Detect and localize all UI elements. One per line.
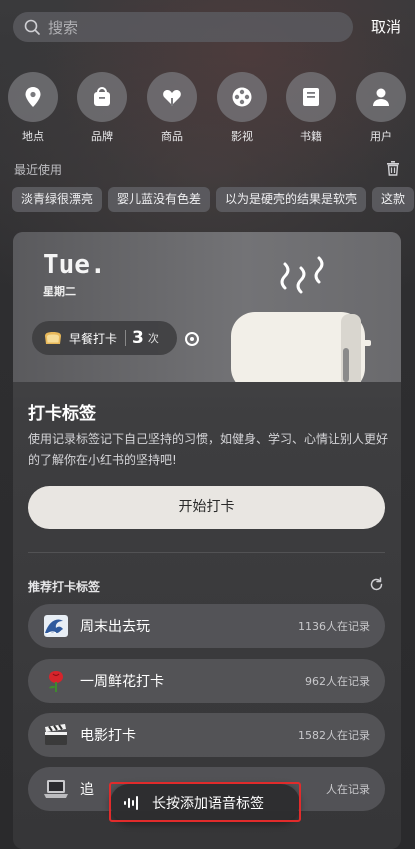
shopping-bag-icon [94,87,110,106]
tag-count: 1582人在记录 [298,729,370,742]
location-pin-icon [25,87,41,107]
recent-title: 最近使用 [14,163,63,177]
tag-row[interactable]: 周末出去玩 1136人在记录 [28,604,385,648]
tag-count: 1136人在记录 [298,620,370,633]
toast-emoji-icon [45,332,61,344]
refresh-icon[interactable] [369,577,384,592]
recent-chips: 淡青绿很漂亮 婴儿蓝没有色差 以为是硬壳的结果是软壳 这款 [12,187,415,213]
book-icon [303,88,319,106]
checkin-card: Tue. 星期二 早餐打卡 3 次 打卡标签 使用记录标签记下自己坚持的习惯，如… [13,232,401,849]
day-label: Tue. [43,250,106,280]
search-input[interactable]: 搜索 [13,12,353,42]
start-checkin-button[interactable]: 开始打卡 [28,486,385,529]
category-label: 品牌 [91,130,113,143]
toaster-illustration [231,256,371,382]
pill-divider [125,330,127,346]
recent-chip[interactable]: 淡青绿很漂亮 [12,187,103,212]
category-row: 地点 品牌 商品 影视 书籍 用户 [7,72,415,144]
checkin-description: 使用记录标签记下自己坚持的习惯，如健身、学习、心情让别人更好的了解你在小红书的坚… [28,432,389,467]
indicator-dot [185,332,199,346]
category-brand[interactable]: 品牌 [76,72,128,144]
category-label: 书籍 [300,130,322,143]
category-label: 地点 [22,130,44,143]
highlight-box [109,782,301,822]
category-label: 影视 [231,130,253,143]
search-icon [24,18,42,36]
trash-icon[interactable] [386,160,400,176]
tag-count: 962人在记录 [305,675,370,688]
recent-chip[interactable]: 这款 [372,187,415,212]
heart-tag-icon [163,90,181,106]
category-label: 商品 [161,130,183,143]
clapper-emoji-icon [43,722,69,748]
pill-count: 3 [132,328,144,348]
tag-row[interactable]: 电影打卡 1582人在记录 [28,713,385,757]
user-icon [373,88,389,106]
tag-name: 追 [80,782,94,798]
pill-name: 早餐打卡 [69,331,118,346]
tag-row[interactable]: 一周鲜花打卡 962人在记录 [28,659,385,703]
recommend-title: 推荐打卡标签 [28,580,101,594]
divider [28,552,385,553]
wave-emoji-icon [43,613,69,639]
search-bar: 搜索 取消 [13,12,405,42]
category-user[interactable]: 用户 [355,72,407,144]
tag-name: 电影打卡 [80,728,136,744]
cancel-button[interactable]: 取消 [371,16,401,37]
recent-chip[interactable]: 以为是硬壳的结果是软壳 [216,187,367,212]
checkin-pill[interactable]: 早餐打卡 3 次 [32,321,177,355]
category-film[interactable]: 影视 [216,72,268,144]
checkin-hero: Tue. 星期二 早餐打卡 3 次 [13,232,401,382]
tag-count: 人在记录 [326,783,370,796]
recent-chip[interactable]: 婴儿蓝没有色差 [108,187,211,212]
laptop-emoji-icon [43,776,69,802]
category-location[interactable]: 地点 [7,72,59,144]
checkin-title: 打卡标签 [28,404,96,424]
category-book[interactable]: 书籍 [285,72,337,144]
tag-name: 周末出去玩 [80,619,150,635]
tag-name: 一周鲜花打卡 [80,674,164,690]
search-placeholder: 搜索 [48,18,79,37]
category-goods[interactable]: 商品 [146,72,198,144]
film-reel-icon [232,87,252,107]
pill-unit: 次 [147,332,159,345]
category-label: 用户 [370,130,392,143]
weekday-label: 星期二 [43,285,76,298]
rose-emoji-icon [43,668,69,694]
